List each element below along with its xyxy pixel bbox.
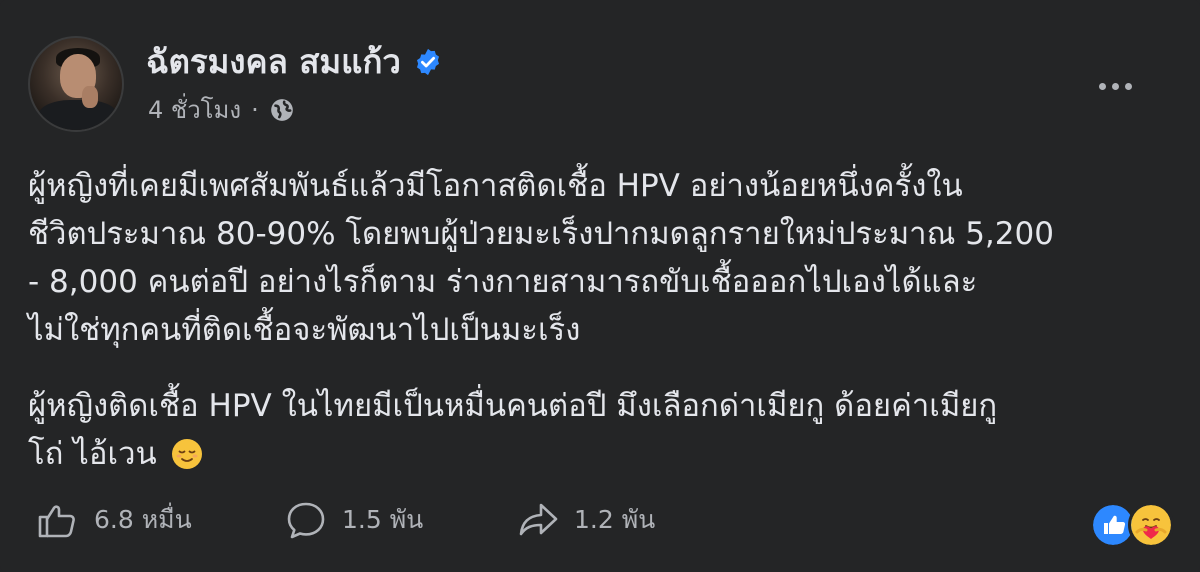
comment-button[interactable]: 1.5 พัน xyxy=(284,500,423,540)
text-line: โถ่ ไอ้เวน xyxy=(28,436,157,472)
like-icon xyxy=(38,505,75,538)
text-line: ชีวิตประมาณ 80-90% โดยพบผู้ป่วยมะเร็งปาก… xyxy=(28,216,1054,252)
comment-icon xyxy=(287,502,325,539)
relieved-face-emoji-icon xyxy=(171,439,202,469)
author-row: ฉัตรมงคล สมแก้ว xyxy=(146,42,443,82)
post-actions: 6.8 หมื่น 1.5 พัน 1.2 พัน xyxy=(28,500,1178,550)
author-avatar[interactable] xyxy=(28,36,124,132)
share-button[interactable]: 1.2 พัน xyxy=(516,500,655,540)
verified-badge-icon xyxy=(416,48,439,76)
text-line: - 8,000 คนต่อปี อย่างไรก็ตาม ร่างกายสามา… xyxy=(28,264,978,300)
facebook-post: ฉัตรมงคล สมแก้ว 4 ชั่วโมง · ผู้หญิงที่เค… xyxy=(0,0,1200,572)
paragraph-1: ผู้หญิงที่เคยมีเพศสัมพันธ์แล้วมีโอกาสติด… xyxy=(28,162,1168,354)
author-name[interactable]: ฉัตรมงคล สมแก้ว xyxy=(146,42,401,82)
text-line: ผู้หญิงที่เคยมีเพศสัมพันธ์แล้วมีโอกาสติด… xyxy=(28,168,963,204)
text-line: ผู้หญิงติดเชื้อ HPV ในไทยมีเป็นหมื่นคนต่… xyxy=(28,388,998,424)
ellipsis-icon-dot xyxy=(1124,82,1132,90)
share-icon xyxy=(519,503,558,536)
post-meta: 4 ชั่วโมง · xyxy=(148,92,295,128)
ellipsis-icon-dot xyxy=(1111,82,1119,90)
post-time[interactable]: 4 ชั่วโมง xyxy=(148,92,241,128)
text-line: ไม่ใช่ทุกคนที่ติดเชื้อจะพัฒนาไปเป็นมะเร็… xyxy=(28,312,581,348)
meta-separator: · xyxy=(251,96,259,124)
text-line-with-emoji: โถ่ ไอ้เวน xyxy=(28,430,997,478)
globe-icon[interactable] xyxy=(269,97,295,123)
comment-count: 1.5 พัน xyxy=(342,505,424,534)
reaction-summary[interactable] xyxy=(1090,502,1174,548)
post-options-button[interactable] xyxy=(1090,66,1140,106)
post-text: ผู้หญิงที่เคยมีเพศสัมพันธ์แล้วมีโอกาสติด… xyxy=(28,162,1168,472)
like-count: 6.8 หมื่น xyxy=(94,505,192,534)
care-reaction-icon xyxy=(1128,502,1174,548)
like-button[interactable]: 6.8 หมื่น xyxy=(36,500,192,540)
share-count: 1.2 พัน xyxy=(574,505,656,534)
paragraph-2: ผู้หญิงติดเชื้อ HPV ในไทยมีเป็นหมื่นคนต่… xyxy=(28,382,997,478)
ellipsis-icon-dot xyxy=(1098,82,1106,90)
